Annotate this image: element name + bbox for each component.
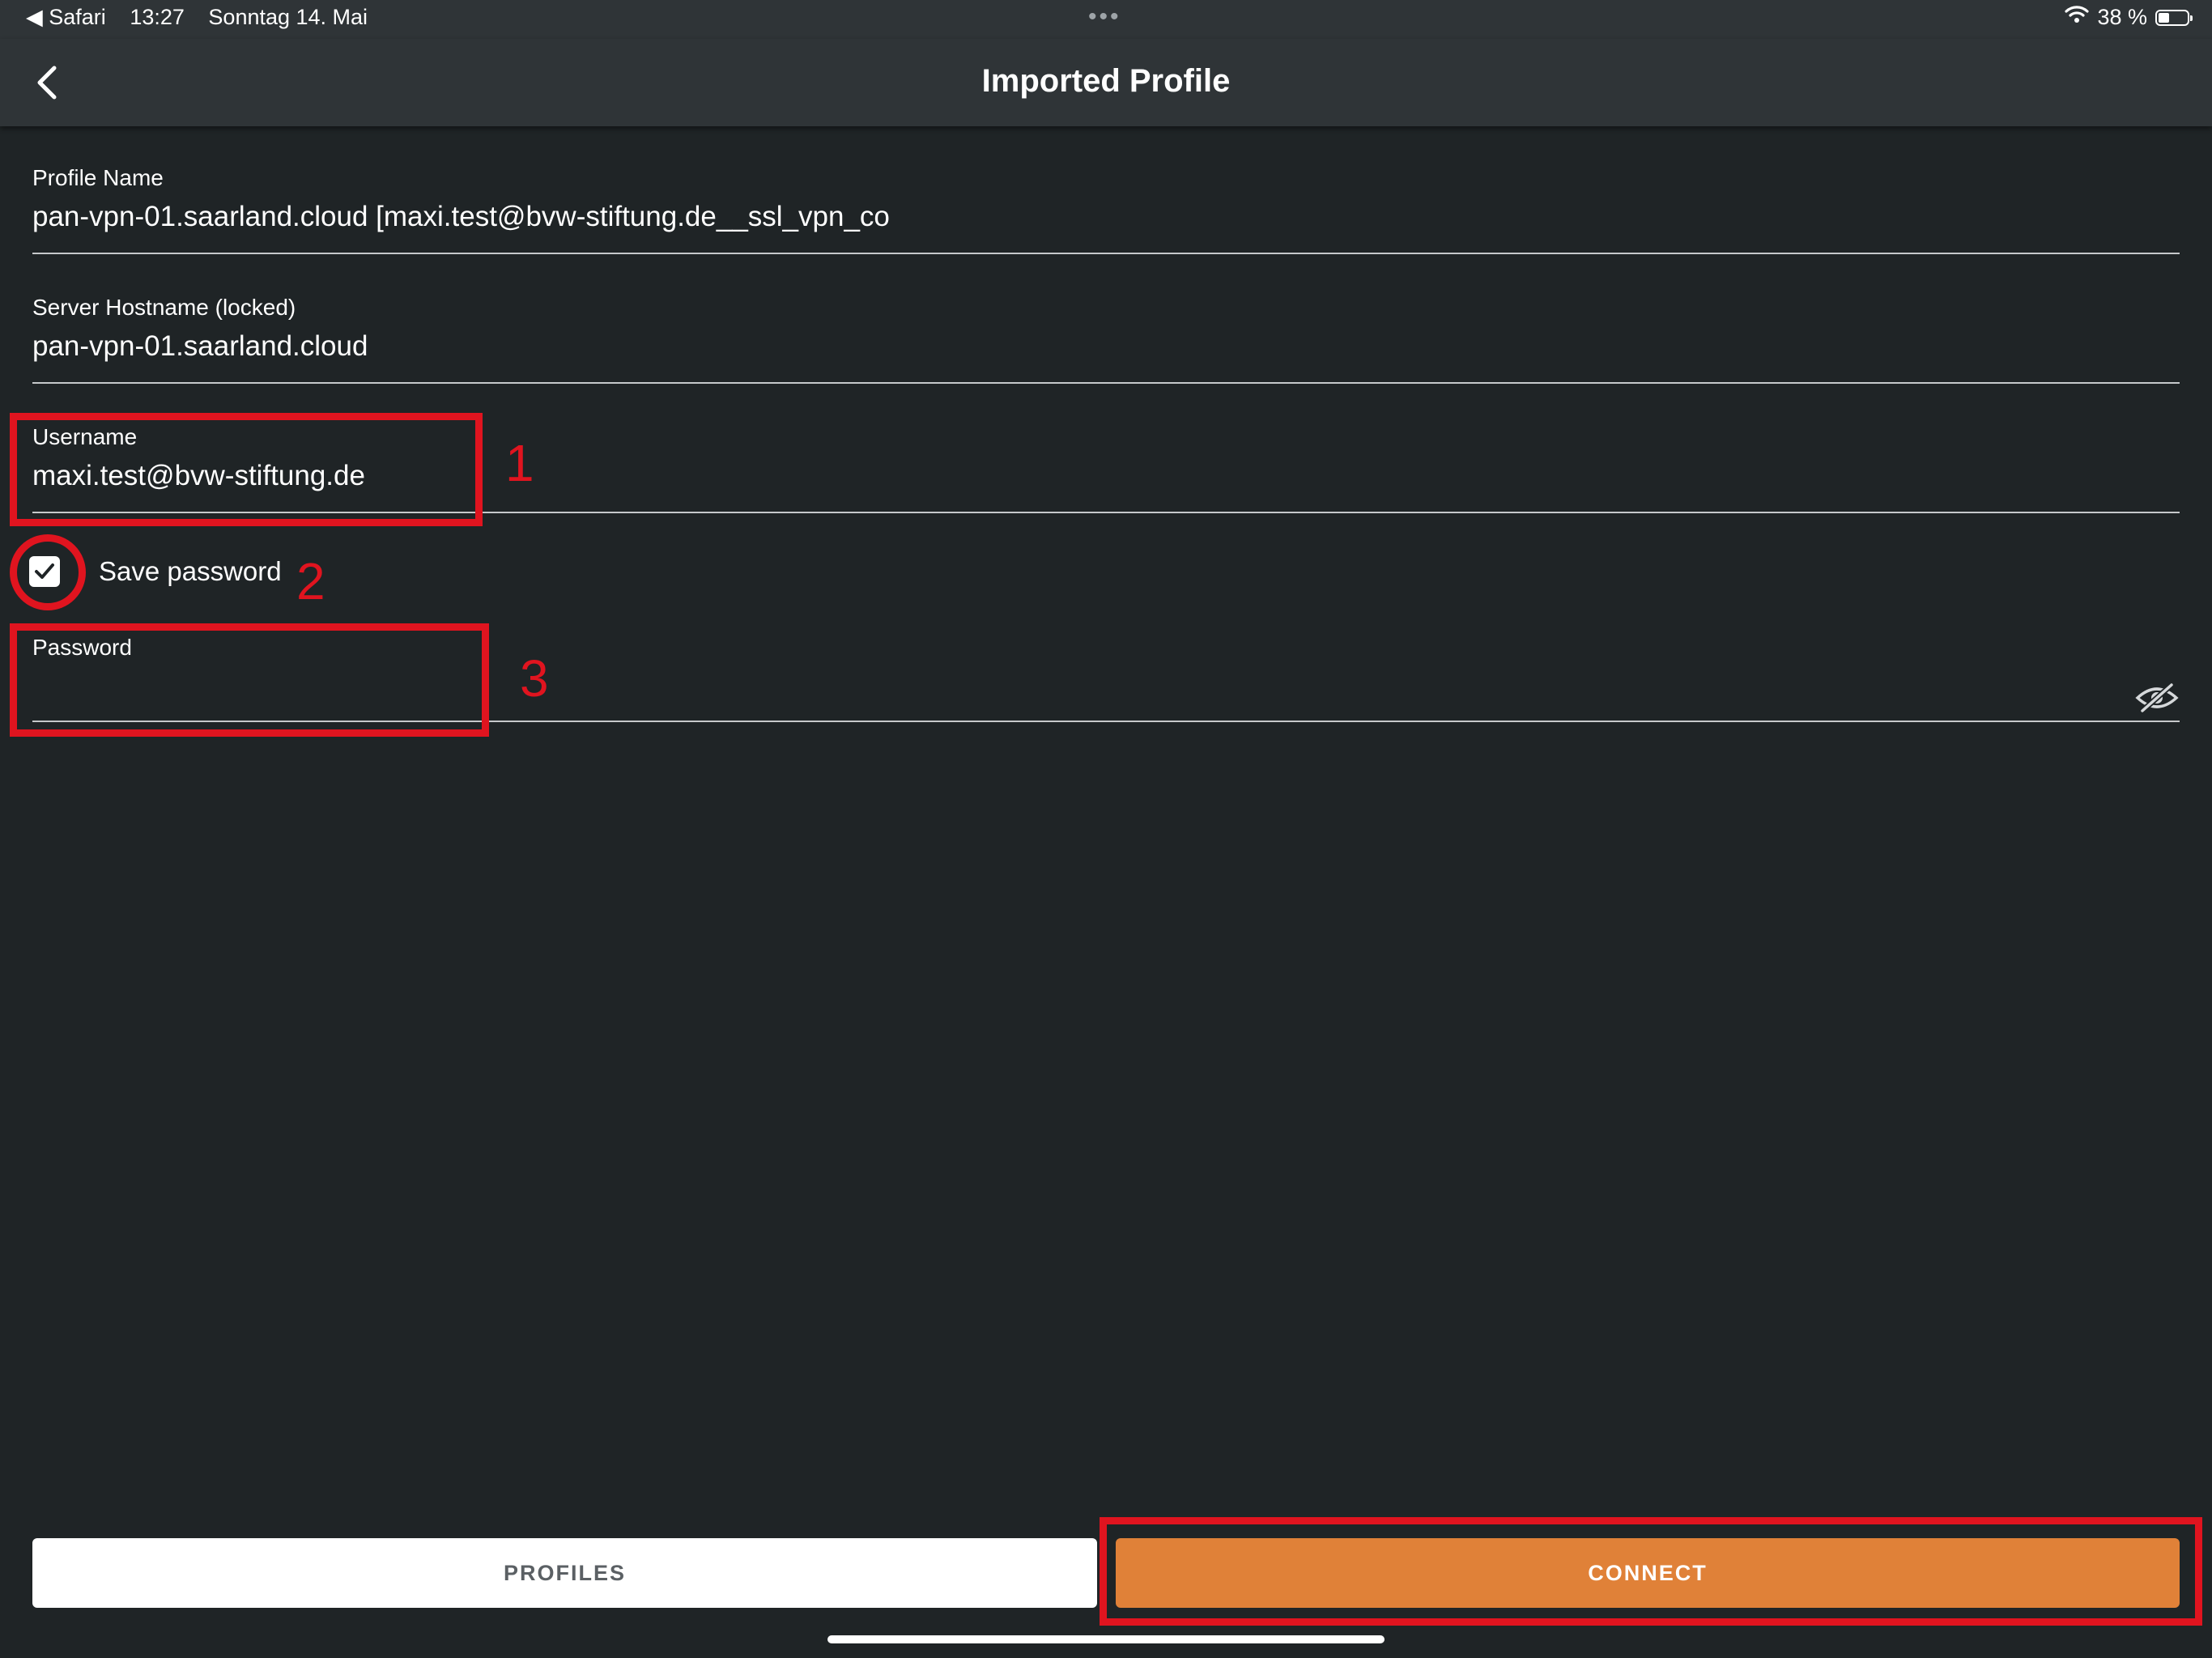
battery-percent: 38 % <box>2097 5 2147 29</box>
status-right: 38 % <box>2065 5 2193 30</box>
save-password-label: Save password <box>99 556 282 586</box>
profile-name-field[interactable]: Profile Name pan-vpn-01.saarland.cloud [… <box>32 159 2180 254</box>
server-hostname-value: pan-vpn-01.saarland.cloud <box>32 330 368 362</box>
status-bar: ◀ Safari 13:27 Sonntag 14. Mai ••• 38 % <box>0 0 2212 39</box>
annotation-number-2: 2 <box>296 552 325 610</box>
annotation-box-password <box>10 623 489 737</box>
annotation-box-username <box>10 413 483 526</box>
battery-icon <box>2155 9 2193 26</box>
annotation-circle-checkbox <box>10 534 86 610</box>
eye-slash-icon <box>2135 682 2179 713</box>
server-hostname-field: Server Hostname (locked) pan-vpn-01.saar… <box>32 288 2180 384</box>
profiles-button[interactable]: PROFILES <box>32 1538 1097 1608</box>
connect-button[interactable]: CONNECT <box>1116 1538 2180 1608</box>
back-to-app-link[interactable]: ◀ Safari <box>26 5 106 29</box>
server-hostname-label: Server Hostname (locked) <box>32 295 296 320</box>
status-date: Sonntag 14. Mai <box>208 5 368 29</box>
annotation-number-3: 3 <box>520 649 549 708</box>
profile-name-label: Profile Name <box>32 165 164 190</box>
password-visibility-toggle[interactable] <box>2134 682 2180 714</box>
status-time: 13:27 <box>130 5 185 29</box>
multitasking-dots-icon[interactable]: ••• <box>1088 3 1121 31</box>
navigation-bar: Imported Profile <box>0 39 2212 126</box>
page-title: Imported Profile <box>981 63 1231 99</box>
home-indicator[interactable] <box>827 1635 1385 1643</box>
annotation-number-1: 1 <box>505 434 534 492</box>
status-left: ◀ Safari 13:27 Sonntag 14. Mai <box>26 5 385 30</box>
profile-name-input[interactable]: pan-vpn-01.saarland.cloud [maxi.test@bvw… <box>32 201 890 233</box>
wifi-icon <box>2065 5 2090 30</box>
